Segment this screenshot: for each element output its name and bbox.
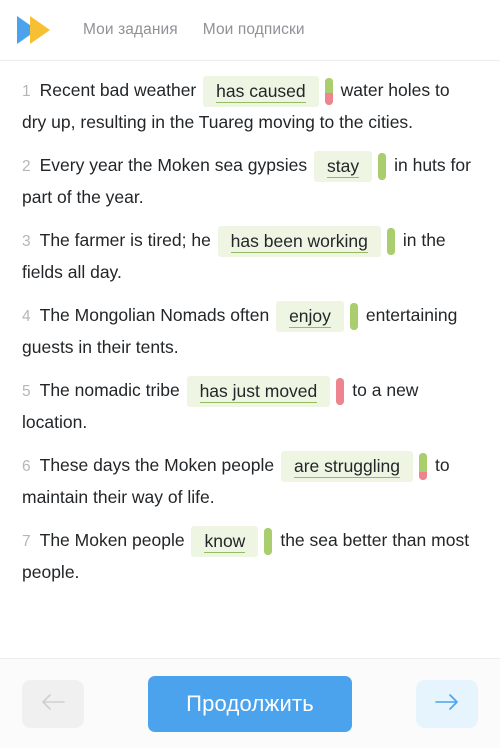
- answer-text: enjoy: [289, 305, 331, 328]
- question-line: 1 Recent bad weather has caused water hole…: [22, 75, 478, 138]
- answer-text: has just moved: [199, 380, 318, 403]
- question-line: 5 The nomadic tribe has just moved to a ne…: [22, 375, 478, 438]
- question-number: 1: [22, 83, 31, 100]
- answer-chip[interactable]: stay: [314, 150, 373, 182]
- question-text-before: These days the Moken people: [39, 455, 275, 475]
- answer-text: has caused: [216, 80, 306, 103]
- answer-text: stay: [327, 155, 360, 178]
- nav-item-my-subscriptions[interactable]: Мои подписки: [203, 21, 305, 39]
- question-list: 1 Recent bad weather has caused water hole…: [0, 61, 500, 657]
- question-item: 7 The Moken people know the sea better tha…: [22, 525, 478, 588]
- result-indicator-bar: [336, 377, 345, 405]
- answer-text: know: [204, 530, 246, 553]
- next-button[interactable]: [416, 679, 478, 728]
- nav-item-my-tasks[interactable]: Мои задания: [83, 21, 178, 39]
- app-header: Мои задания Мои подписки: [0, 0, 500, 61]
- question-item: 4 The Mongolian Nomads often enjoy enterta…: [22, 300, 478, 363]
- answer-chip[interactable]: are struggling: [280, 450, 414, 482]
- result-indicator-bar: [378, 152, 387, 180]
- answer-chip[interactable]: has been working: [217, 225, 381, 257]
- indicator-incorrect-portion: [336, 377, 345, 405]
- previous-button[interactable]: [22, 679, 84, 728]
- question-number: 6: [22, 458, 31, 475]
- question-line: 2 Every year the Moken sea gypsies stay in…: [22, 150, 478, 213]
- answer-chip[interactable]: enjoy: [276, 300, 344, 332]
- question-item: 3 The farmer is tired; he has been workin…: [22, 225, 478, 288]
- question-number: 4: [22, 308, 31, 325]
- question-text-before: The Moken people: [39, 530, 185, 550]
- result-indicator-bar: [264, 527, 273, 555]
- question-text-before: The nomadic tribe: [39, 380, 180, 400]
- question-number: 2: [22, 158, 31, 175]
- indicator-correct-portion: [419, 452, 428, 472]
- answer-chip[interactable]: has just moved: [186, 375, 331, 407]
- continue-button[interactable]: Продолжить: [148, 675, 352, 732]
- answer-text: are struggling: [293, 455, 401, 478]
- answer-chip[interactable]: know: [191, 525, 259, 557]
- fast-forward-logo-icon[interactable]: [15, 13, 61, 47]
- question-line: 7 The Moken people know the sea better tha…: [22, 525, 478, 588]
- question-text-before: The Mongolian Nomads often: [39, 305, 270, 325]
- question-line: 3 The farmer is tired; he has been workin…: [22, 225, 478, 288]
- question-text-before: Every year the Moken sea gypsies: [39, 155, 308, 175]
- indicator-incorrect-portion: [324, 92, 333, 105]
- question-item: 1 Recent bad weather has caused water hole…: [22, 75, 478, 138]
- footer-toolbar: Продолжить: [0, 658, 500, 748]
- indicator-correct-portion: [349, 302, 358, 330]
- question-text-before: Recent bad weather: [39, 80, 197, 100]
- result-indicator-bar: [349, 302, 358, 330]
- indicator-correct-portion: [324, 77, 333, 93]
- question-item: 6 These days the Moken people are struggl…: [22, 450, 478, 513]
- question-text-before: The farmer is tired; he: [39, 230, 211, 250]
- question-number: 7: [22, 533, 31, 550]
- arrow-left-icon: [40, 693, 66, 714]
- result-indicator-bar: [324, 77, 333, 105]
- indicator-correct-portion: [264, 527, 273, 555]
- indicator-correct-portion: [378, 152, 387, 180]
- question-number: 5: [22, 383, 31, 400]
- question-item: 2 Every year the Moken sea gypsies stay in…: [22, 150, 478, 213]
- indicator-incorrect-portion: [419, 471, 428, 480]
- indicator-correct-portion: [386, 227, 395, 255]
- result-indicator-bar: [386, 227, 395, 255]
- answer-text: has been working: [230, 230, 368, 253]
- question-item: 5 The nomadic tribe has just moved to a ne…: [22, 375, 478, 438]
- answer-chip[interactable]: has caused: [203, 75, 319, 107]
- arrow-right-icon: [434, 693, 460, 714]
- result-indicator-bar: [419, 452, 428, 480]
- question-line: 6 These days the Moken people are struggl…: [22, 450, 478, 513]
- main-nav: Мои задания Мои подписки: [83, 21, 305, 39]
- question-number: 3: [22, 233, 31, 250]
- question-line: 4 The Mongolian Nomads often enjoy enterta…: [22, 300, 478, 363]
